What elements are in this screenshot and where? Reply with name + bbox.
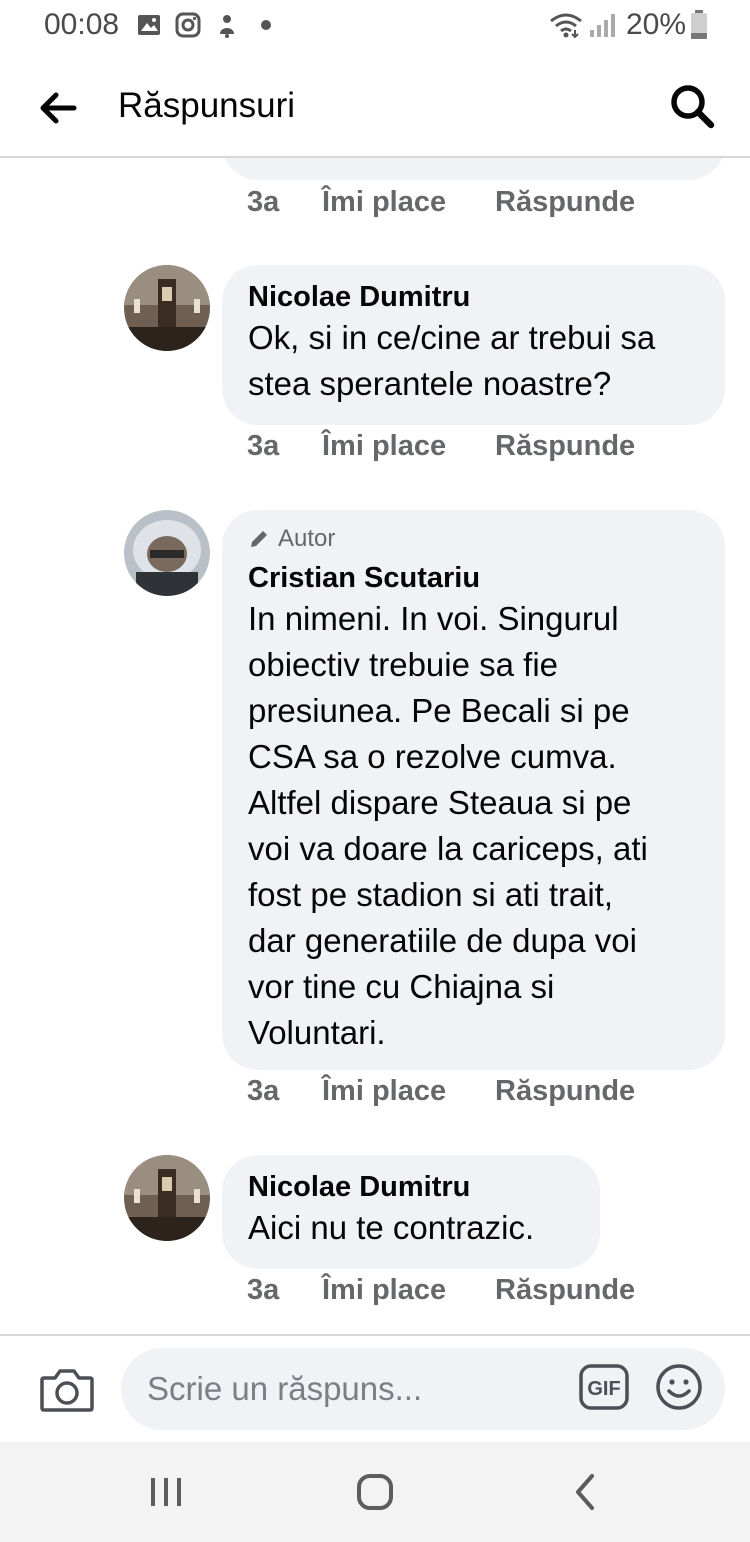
comment-line: obiectiv trebuie sa fie [248, 646, 559, 683]
comment-line: CSA sa o rezolve cumva. [248, 738, 617, 775]
comment-line: presiunea. Pe Becali si pe [248, 692, 630, 729]
wifi-icon [550, 13, 582, 38]
reply-button[interactable]: Răspunde [495, 1274, 635, 1314]
replies-thread[interactable]: 3a Îmi place Răspunde Nicolae Dumitru Ok… [0, 158, 750, 1334]
comment-actions: 3a Îmi place Răspunde [247, 430, 635, 470]
comment-bubble[interactable]: Nicolae Dumitru Aici nu te contrazic. [222, 1155, 600, 1269]
like-button[interactable]: Îmi place [322, 1075, 495, 1115]
comment-text: In nimeni. In voi. Singurul obiectiv tre… [248, 596, 699, 1056]
comment-line: voi va doare la cariceps, ati [248, 830, 648, 867]
back-arrow-icon[interactable] [34, 84, 82, 132]
pencil-icon [251, 531, 267, 547]
gif-icon: GIF [579, 1364, 629, 1410]
comment-bubble[interactable]: Nicolae Dumitru Ok, si in ce/cine ar tre… [222, 265, 725, 425]
comment-line: Ok, si in ce/cine ar trebui sa [248, 319, 656, 356]
status-bar: 00:08 20% [0, 0, 750, 56]
battery-icon [691, 10, 707, 39]
avatar-photo [124, 265, 210, 351]
like-button[interactable]: Îmi place [322, 430, 495, 470]
comment-line: vor tine cu Chiajna si [248, 968, 555, 1005]
reply-composer: GIF [0, 1334, 750, 1444]
author-badge: Autor [248, 524, 699, 554]
system-nav-bar [0, 1442, 750, 1542]
battery-percent: 20% [626, 8, 687, 41]
comment-text: Aici nu te contrazic. [248, 1205, 574, 1251]
avatar[interactable] [124, 1155, 210, 1241]
comment-author[interactable]: Nicolae Dumitru [248, 279, 699, 315]
home-icon[interactable] [353, 1470, 397, 1514]
comment-time: 3a [247, 1075, 280, 1107]
avatar-photo [124, 510, 210, 596]
comment-time: 3a [247, 430, 280, 462]
reply-input[interactable] [121, 1348, 725, 1430]
notification-icon [220, 15, 234, 38]
previous-comment-actions: 3a Îmi place Răspunde [247, 186, 635, 226]
reply-button[interactable]: Răspunde [495, 1075, 635, 1115]
comment-line: In nimeni. In voi. Singurul [248, 600, 619, 637]
comment-line: Aici nu te contrazic. [248, 1209, 535, 1246]
reply-button[interactable]: Răspunde [495, 186, 635, 226]
badge-label: Autor [278, 525, 336, 552]
avatar-photo [124, 1155, 210, 1241]
comment-text: Ok, si in ce/cine ar trebui sa stea sper… [248, 315, 699, 407]
comment-actions: 3a Îmi place Răspunde [247, 1075, 635, 1115]
like-button[interactable]: Îmi place [322, 1274, 495, 1314]
comment-line: fost pe stadion si ati trait, [248, 876, 614, 913]
back-nav-icon[interactable] [564, 1470, 608, 1514]
comment-line: stea sperantele noastre? [248, 365, 612, 402]
comment-line: Altfel dispare Steaua si pe [248, 784, 632, 821]
app-header: Răspunsuri [0, 56, 750, 158]
emoji-icon[interactable] [654, 1362, 704, 1412]
comment-time: 3a [247, 1274, 280, 1306]
gif-label: GIF [587, 1378, 620, 1400]
page-title: Răspunsuri [118, 86, 296, 125]
recent-apps-icon[interactable] [144, 1470, 188, 1514]
gallery-icon [138, 15, 160, 35]
previous-comment-bubble [222, 158, 725, 180]
comment-author[interactable]: Nicolae Dumitru [248, 1169, 574, 1205]
avatar[interactable] [124, 265, 210, 351]
comment-actions: 3a Îmi place Răspunde [247, 1274, 635, 1314]
comment-line: Voluntari. [248, 1014, 386, 1051]
signal-icon [590, 14, 615, 37]
comment-bubble[interactable]: Autor Cristian Scutariu In nimeni. In vo… [222, 510, 725, 1070]
comment-time: 3a [247, 186, 280, 218]
gif-button[interactable]: GIF [579, 1364, 629, 1410]
comment-author[interactable]: Cristian Scutariu [248, 560, 699, 596]
avatar[interactable] [124, 510, 210, 596]
instagram-icon [175, 12, 201, 38]
search-icon[interactable] [664, 78, 720, 134]
like-button[interactable]: Îmi place [322, 186, 495, 226]
status-time: 00:08 [44, 8, 120, 41]
reply-button[interactable]: Răspunde [495, 430, 635, 470]
comment-line: dar generatiile de dupa voi [248, 922, 637, 959]
camera-icon[interactable] [38, 1362, 96, 1418]
more-notifications-dot [261, 20, 271, 30]
